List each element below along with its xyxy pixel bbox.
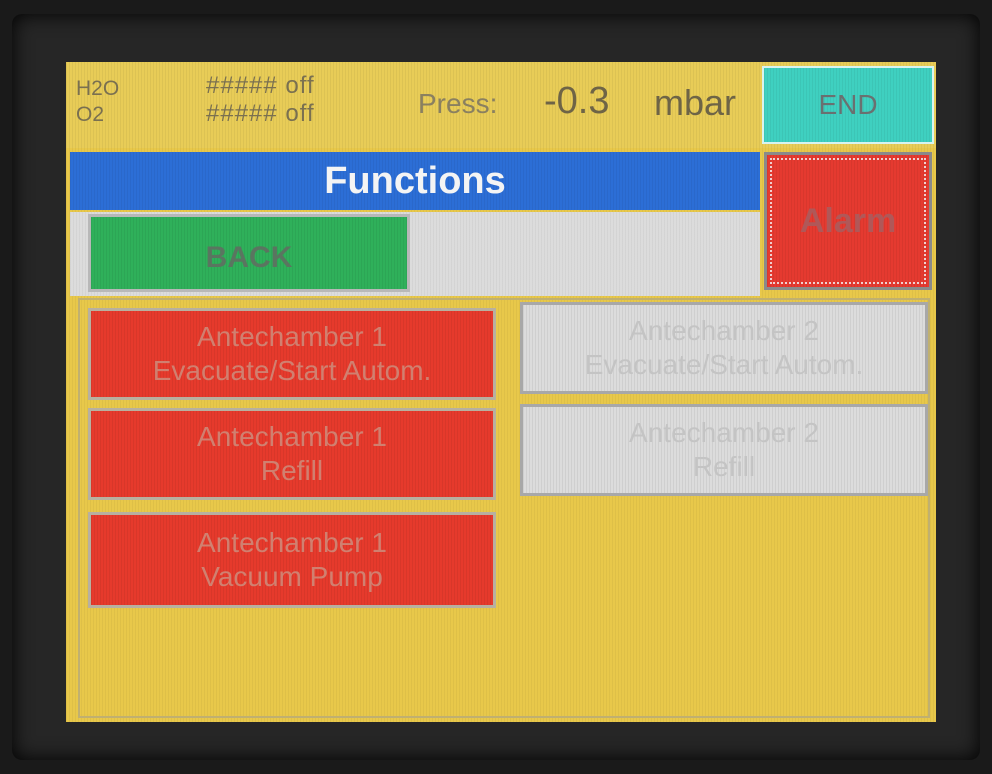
pressure-unit: mbar [654, 82, 737, 123]
h2o-value: ##### off [206, 72, 315, 99]
gas-labels: H2O O2 [76, 76, 119, 128]
button-line1: Antechamber 2 [629, 315, 819, 346]
gas-values: ##### off ##### off [206, 72, 315, 128]
button-line2: Evacuate/Start Autom. [584, 349, 864, 380]
back-button[interactable]: BACK [88, 214, 410, 292]
status-bar: H2O O2 ##### off ##### off Press: -0.3 m… [66, 62, 936, 148]
antechamber1-vacuum-pump-button[interactable]: Antechamber 1 Vacuum Pump [88, 512, 496, 608]
o2-value: ##### off [206, 100, 315, 127]
pressure-value: -0.3 [544, 80, 610, 122]
antechamber1-refill-button[interactable]: Antechamber 1 Refill [88, 408, 496, 500]
alarm-button[interactable]: Alarm [764, 152, 932, 290]
antechamber2-refill-button[interactable]: Antechamber 2 Refill [520, 404, 928, 496]
button-line1: Antechamber 2 [629, 417, 819, 448]
button-line2: Refill [692, 451, 756, 482]
page-title: Functions [70, 152, 760, 210]
antechamber2-evacuate-button[interactable]: Antechamber 2 Evacuate/Start Autom. [520, 302, 928, 394]
o2-label: O2 [76, 103, 105, 126]
end-button[interactable]: END [762, 66, 934, 144]
touch-screen: H2O O2 ##### off ##### off Press: -0.3 m… [66, 62, 936, 722]
button-line1: Antechamber 1 [197, 321, 387, 352]
pressure-label: Press: [418, 88, 498, 119]
button-line2: Refill [260, 455, 324, 486]
button-line1: Antechamber 1 [197, 527, 387, 558]
button-line1: Antechamber 1 [197, 421, 387, 452]
button-line2: Vacuum Pump [201, 561, 383, 592]
h2o-label: H2O [76, 77, 120, 100]
button-line2: Evacuate/Start Autom. [152, 355, 432, 386]
antechamber1-evacuate-button[interactable]: Antechamber 1 Evacuate/Start Autom. [88, 308, 496, 400]
functions-panel: Antechamber 1 Evacuate/Start Autom. Ante… [78, 298, 930, 718]
